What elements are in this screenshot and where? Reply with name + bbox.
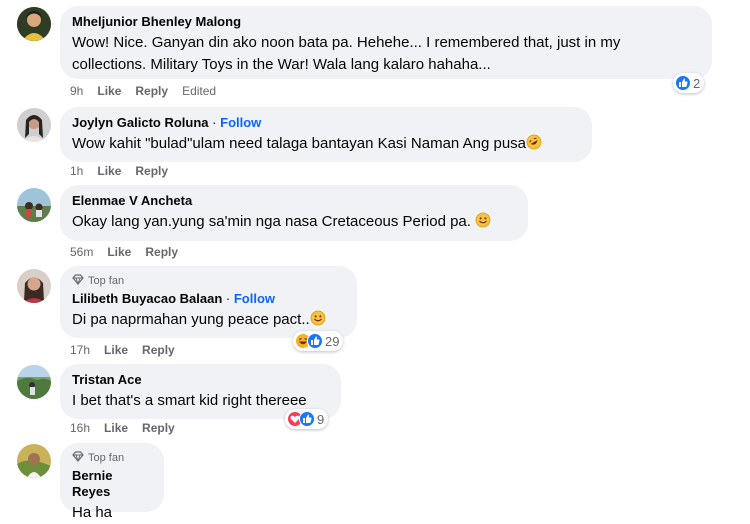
comment-text: Ha ha bbox=[72, 504, 113, 521]
comment-actions: 16h Like Reply bbox=[70, 421, 175, 435]
comment-text: Okay lang yan.yung sa'min nga nasa Creta… bbox=[72, 211, 516, 235]
comment-time[interactable]: 9h bbox=[70, 84, 83, 98]
like-button[interactable]: Like bbox=[97, 84, 121, 98]
comment-actions: 56m Like Reply bbox=[70, 245, 178, 259]
reaction-count: 29 bbox=[325, 333, 340, 349]
diamond-icon bbox=[72, 451, 84, 465]
comment-actions: 9h Like Reply Edited bbox=[70, 84, 216, 98]
reaction-count: 2 bbox=[693, 75, 701, 91]
top-fan-label: Top fan bbox=[88, 452, 125, 464]
like-button[interactable]: Like bbox=[104, 421, 128, 435]
comment-time[interactable]: 16h bbox=[70, 421, 90, 435]
rofl-emoji bbox=[526, 134, 542, 157]
comment-author[interactable]: Tristan Ace bbox=[72, 372, 329, 388]
reply-button[interactable]: Reply bbox=[142, 343, 175, 357]
comment-time[interactable]: 1h bbox=[70, 164, 83, 178]
reaction-summary[interactable]: 9 bbox=[285, 409, 329, 429]
comment-author[interactable]: Mheljunior Bhenley Malong bbox=[72, 14, 700, 30]
avatar[interactable] bbox=[17, 108, 51, 142]
comment-bubble: Mheljunior Bhenley Malong Wow! Nice. Gan… bbox=[60, 6, 712, 79]
avatar[interactable] bbox=[17, 269, 51, 303]
smile-emoji bbox=[475, 212, 491, 235]
diamond-icon bbox=[72, 274, 84, 288]
avatar[interactable] bbox=[17, 444, 51, 478]
top-fan-label: Top fan bbox=[88, 275, 125, 287]
separator-dot: · bbox=[225, 291, 231, 306]
comment-author[interactable]: Elenmae V Ancheta bbox=[72, 193, 516, 209]
reply-button[interactable]: Reply bbox=[135, 164, 168, 178]
comment-time[interactable]: 56m bbox=[70, 245, 93, 259]
comment-text: Wow kahit "bulad"ulam need talaga bantay… bbox=[72, 133, 580, 157]
comment-author-line: Joylyn Galicto Roluna · Follow bbox=[72, 115, 580, 131]
top-fan-badge: Top fan bbox=[72, 274, 345, 288]
follow-button[interactable]: Follow bbox=[234, 291, 275, 306]
avatar[interactable] bbox=[17, 7, 51, 41]
smile-emoji bbox=[310, 310, 326, 333]
like-icon bbox=[307, 333, 323, 349]
like-icon bbox=[675, 75, 691, 91]
reaction-summary[interactable]: 29 bbox=[293, 331, 344, 351]
comment-author[interactable]: Lilibeth Buyacao Balaan bbox=[72, 291, 222, 306]
avatar[interactable] bbox=[17, 188, 51, 222]
reply-button[interactable]: Reply bbox=[145, 245, 178, 259]
comment-actions: 1h Like Reply bbox=[70, 164, 168, 178]
avatar[interactable] bbox=[17, 365, 51, 399]
like-icon bbox=[299, 411, 315, 427]
reaction-summary[interactable]: 2 bbox=[673, 73, 705, 93]
comment-author[interactable]: Bernie Reyes bbox=[72, 468, 152, 500]
comment-time[interactable]: 17h bbox=[70, 343, 90, 357]
top-fan-badge: Top fan bbox=[72, 451, 152, 465]
comment-bubble: Joylyn Galicto Roluna · Follow Wow kahit… bbox=[60, 107, 592, 162]
reply-button[interactable]: Reply bbox=[135, 84, 168, 98]
separator-dot: · bbox=[212, 115, 217, 130]
comment-bubble: Top fan Bernie Reyes Ha ha bbox=[60, 443, 164, 521]
follow-button[interactable]: Follow bbox=[220, 115, 261, 130]
comment-author-line: Lilibeth Buyacao Balaan · Follow bbox=[72, 291, 345, 307]
comment-text: Wow! Nice. Ganyan din ako noon bata pa. … bbox=[72, 34, 621, 73]
comment-bubble: Top fan Lilibeth Buyacao Balaan · Follow… bbox=[60, 266, 357, 338]
reply-button[interactable]: Reply bbox=[142, 421, 175, 435]
comment-text: Di pa naprmahan yung peace pact.. bbox=[72, 309, 345, 333]
comment-actions: 17h Like Reply bbox=[70, 343, 175, 357]
like-button[interactable]: Like bbox=[104, 343, 128, 357]
like-button[interactable]: Like bbox=[97, 164, 121, 178]
edited-label: Edited bbox=[182, 84, 217, 98]
comment-author[interactable]: Joylyn Galicto Roluna bbox=[72, 115, 209, 130]
reaction-count: 9 bbox=[317, 411, 325, 427]
comment-bubble: Elenmae V Ancheta Okay lang yan.yung sa'… bbox=[60, 185, 528, 241]
like-button[interactable]: Like bbox=[107, 245, 131, 259]
